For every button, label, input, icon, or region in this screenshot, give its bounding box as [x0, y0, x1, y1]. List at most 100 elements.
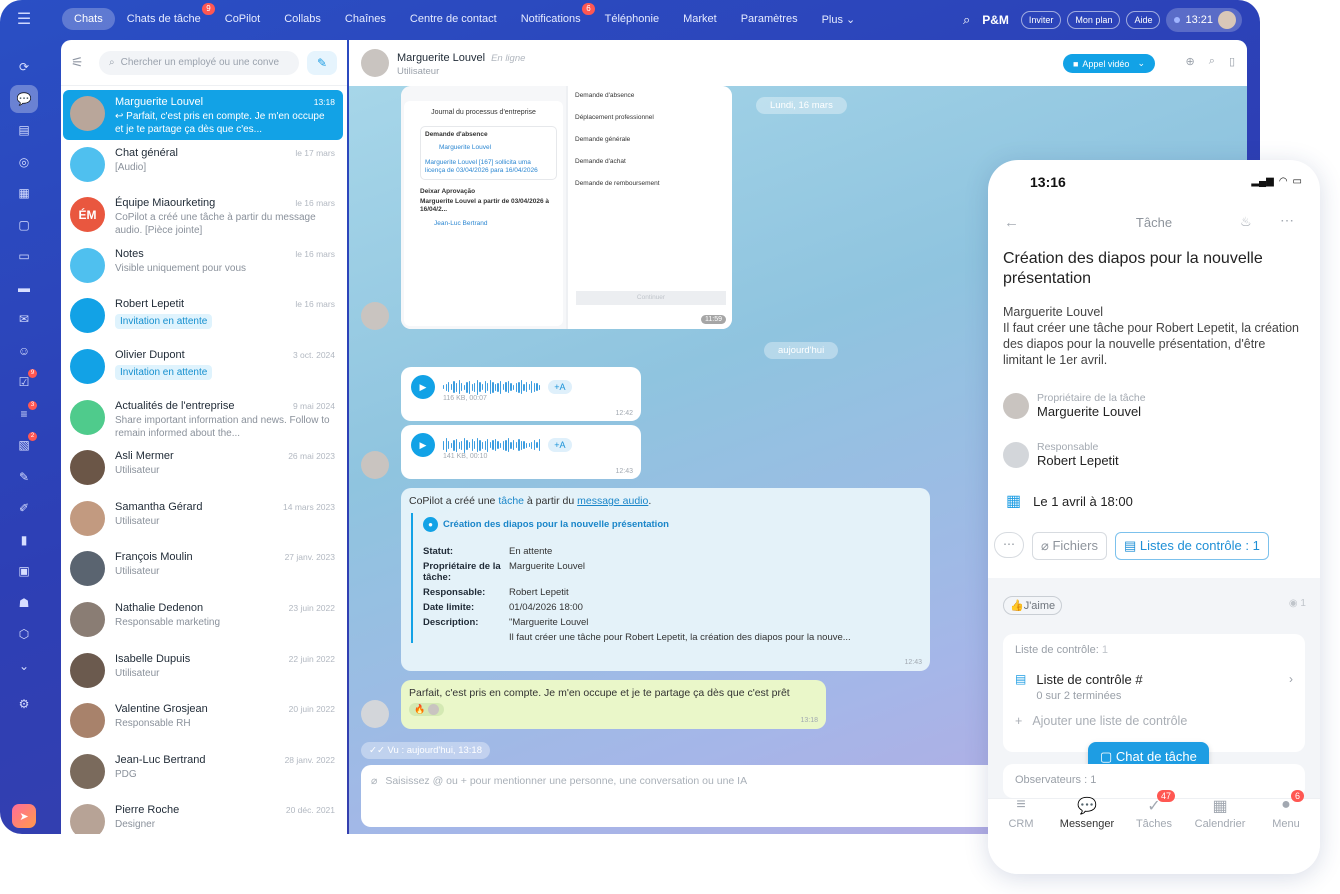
search-icon[interactable]: ⌕: [1209, 55, 1215, 68]
nav-crm[interactable]: ≡ CRM: [988, 796, 1054, 830]
owner-name[interactable]: Marguerite Louvel: [1037, 404, 1146, 419]
image-message[interactable]: Journal du processus d'entreprise Demand…: [401, 86, 732, 329]
add-user-icon[interactable]: ⊕: [1186, 55, 1195, 68]
panel-icon[interactable]: ▯: [1229, 55, 1235, 68]
task-title-link[interactable]: Création des diapos pour la nouvelle pré…: [443, 519, 669, 530]
plan-button[interactable]: Mon plan: [1067, 11, 1121, 29]
inventory-icon[interactable]: ⬡: [10, 620, 38, 648]
more-chip[interactable]: ⋯: [994, 532, 1024, 558]
tab-telephony[interactable]: Téléphonie: [593, 8, 671, 30]
avatar[interactable]: [1218, 11, 1236, 29]
play-icon[interactable]: ▶: [411, 433, 435, 457]
chat-list-item[interactable]: Notes le 16 mars Visible uniquement pour v…: [63, 242, 343, 292]
checklists-chip[interactable]: ▤ Listes de contrôle : 1: [1114, 532, 1269, 560]
chat-list-item[interactable]: Actualités de l'entreprise 9 mai 2024 Shar…: [63, 394, 343, 444]
sites-icon[interactable]: ✐: [10, 494, 38, 522]
avatar[interactable]: [361, 302, 389, 330]
crm-icon[interactable]: ≡ 3: [10, 400, 38, 428]
compose-button[interactable]: ✎: [307, 50, 337, 75]
chat-list-item[interactable]: ÉM Équipe Miaourketing le 16 mars CoPilot a…: [63, 191, 343, 241]
boards-icon[interactable]: ▭: [10, 242, 38, 270]
transcribe-button[interactable]: +A: [548, 438, 572, 452]
chat-list-item[interactable]: Jean-Luc Bertrand 28 janv. 2022 PDG: [63, 748, 343, 798]
fire-icon[interactable]: ♨: [1240, 214, 1252, 230]
sign-icon[interactable]: ✎: [10, 463, 38, 491]
chat-list-item[interactable]: Olivier Dupont 3 oct. 2024 Invitation en a…: [63, 343, 343, 393]
menu-icon[interactable]: ☰: [0, 9, 48, 29]
tab-more[interactable]: Plus ⌄: [810, 8, 868, 31]
chat-list-item[interactable]: Asli Mermer 26 mai 2023 Utilisateur: [63, 444, 343, 494]
tab-copilot[interactable]: CoPilot: [213, 8, 272, 30]
avatar[interactable]: [361, 700, 389, 728]
attachment-icon[interactable]: ⌀: [371, 775, 377, 817]
tab-channels[interactable]: Chaînes: [333, 8, 398, 30]
calendar-icon[interactable]: ▦: [10, 179, 38, 207]
files-chip[interactable]: ⌀ Fichiers: [1032, 532, 1107, 560]
tab-chats[interactable]: Chats: [62, 8, 115, 30]
avatar[interactable]: [361, 451, 389, 479]
nav-messenger[interactable]: 💬 Messenger: [1054, 796, 1120, 830]
worktime-clock[interactable]: 13:21: [1166, 8, 1242, 32]
analytics-icon[interactable]: ▮: [10, 526, 38, 554]
tab-collabs[interactable]: Collabs: [272, 8, 333, 30]
add-checklist-button[interactable]: + Ajouter une liste de contrôle: [1015, 714, 1293, 728]
responsible-name[interactable]: Robert Lepetit: [1037, 453, 1119, 468]
rocket-icon[interactable]: ➤: [12, 804, 36, 828]
bot-icon[interactable]: ☗: [10, 589, 38, 617]
avatar[interactable]: [1003, 392, 1029, 419]
nav-calendar[interactable]: ▦ Calendrier: [1187, 796, 1253, 830]
drive-icon[interactable]: ▬: [10, 274, 38, 302]
help-icon[interactable]: ◎: [10, 148, 38, 176]
avatar[interactable]: [361, 49, 389, 77]
more-icon[interactable]: ⋯: [1280, 212, 1294, 229]
chevron-down-icon[interactable]: ⌄: [10, 652, 38, 680]
tasks-icon[interactable]: ☑ 9: [10, 368, 38, 396]
docs-icon[interactable]: ▢: [10, 211, 38, 239]
checklist-item[interactable]: ▤ Liste de contrôle # 0 sur 2 terminées ›: [1015, 672, 1293, 702]
waveform[interactable]: [443, 379, 541, 395]
help-button[interactable]: Aide: [1126, 11, 1161, 29]
filter-icon[interactable]: ⚟: [71, 54, 91, 71]
nav-menu[interactable]: ● 6 Menu: [1253, 790, 1319, 830]
chat-list-item[interactable]: Samantha Gérard 14 mars 2023 Utilisateur: [63, 495, 343, 545]
waveform[interactable]: [443, 437, 541, 453]
search-input[interactable]: ⌕ Chercher un employé ou une conve: [99, 50, 299, 75]
deadline-row[interactable]: ▦ Le 1 avril à 18:00: [1006, 491, 1133, 511]
tab-settings[interactable]: Paramètres: [729, 8, 810, 30]
chat-list-item[interactable]: Isabelle Dupuis 22 juin 2022 Utilisateur: [63, 647, 343, 697]
chat-row: Asli Mermer 26 mai 2023: [115, 450, 335, 462]
video-call-button[interactable]: ■ Appel vidéo ⌄: [1062, 54, 1155, 73]
like-button[interactable]: 👍J'aime: [1003, 596, 1063, 615]
search-icon[interactable]: ⌕: [963, 12, 970, 28]
message-input[interactable]: ⌀ Saisissez @ ou + pour mentionner une p…: [361, 765, 1061, 827]
groups-icon[interactable]: ☺: [10, 337, 38, 365]
reactions[interactable]: 🔥: [409, 703, 445, 716]
transcribe-button[interactable]: +A: [548, 380, 572, 394]
audio-message-link[interactable]: message audio: [577, 495, 648, 507]
play-icon[interactable]: ▶: [411, 375, 435, 399]
avatar[interactable]: [1003, 441, 1029, 468]
chat-list-item[interactable]: Robert Lepetit le 16 mars Invitation en at…: [63, 292, 343, 342]
tab-contact-center[interactable]: Centre de contact: [398, 8, 509, 30]
chat-list-item[interactable]: Chat général le 17 mars [Audio]: [63, 141, 343, 191]
workflows-icon[interactable]: ▧ 2: [10, 431, 38, 459]
chat-list-item[interactable]: Valentine Grosjean 20 juin 2022 Responsabl…: [63, 697, 343, 747]
chat-list-item[interactable]: Pierre Roche 20 déc. 2021 Designer: [63, 798, 343, 834]
contact-center-icon[interactable]: ▣: [10, 557, 38, 585]
chevron-down-icon[interactable]: ⌄: [1137, 58, 1145, 69]
chat-list-item[interactable]: François Moulin 27 janv. 2023 Utilisateur: [63, 545, 343, 595]
tab-market[interactable]: Market: [671, 8, 729, 30]
chat-list-item[interactable]: Marguerite Louvel 13:18 ↩ Parfait, c'est p…: [63, 90, 343, 140]
contact-name[interactable]: Marguerite Louvel: [397, 52, 485, 64]
tab-notifications[interactable]: Notifications 6: [509, 3, 595, 30]
gear-icon[interactable]: ⚙: [10, 690, 38, 718]
nav-tasks[interactable]: ✓ 47 Tâches: [1121, 790, 1187, 830]
invite-button[interactable]: Inviter: [1020, 11, 1062, 29]
chat-list-item[interactable]: Nathalie Dedenon 23 juin 2022 Responsable …: [63, 596, 343, 646]
messenger-icon[interactable]: 💬: [10, 84, 38, 113]
tab-task-chats[interactable]: Chats de tâche 9: [115, 3, 215, 30]
task-link[interactable]: tâche: [498, 495, 524, 507]
mail-icon[interactable]: ✉: [10, 305, 38, 333]
copilot-icon[interactable]: ⟳: [10, 53, 38, 81]
feed-icon[interactable]: ▤: [10, 116, 38, 144]
